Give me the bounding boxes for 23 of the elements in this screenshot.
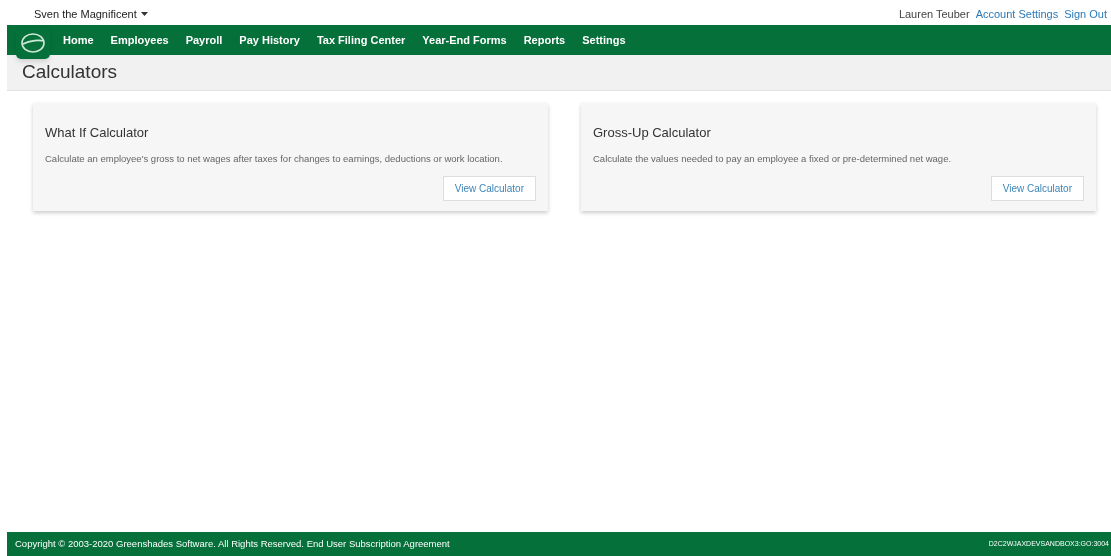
card-title: Gross-Up Calculator <box>593 124 712 142</box>
header-link[interactable]: Sign Out <box>1064 5 1107 22</box>
card-title: What If Calculator <box>45 124 150 142</box>
nav-item[interactable]: Year-End Forms <box>422 31 507 49</box>
view-calculator-button[interactable]: View Calculator <box>442 175 536 201</box>
nav-item[interactable]: Tax Filing Center <box>316 31 406 49</box>
nav-item[interactable]: Reports <box>523 31 566 49</box>
card-description: Calculate the values needed to pay an employee a fixed or pre-determined net wage. <box>593 151 953 166</box>
card-description: Calculate an employee's gross to net wages after taxes for changes to earnings, deductions or work location. <box>45 151 504 166</box>
company-menu[interactable]: Sven the Magnificent <box>34 5 148 22</box>
nav-item[interactable]: Settings <box>582 31 626 49</box>
nav-item[interactable]: Home <box>63 31 94 49</box>
nav-item[interactable]: Payroll <box>185 31 223 49</box>
nav-item[interactable]: Pay History <box>239 31 300 49</box>
copyright-text: Copyright © 2003-2020 Greenshades Software. All Rights Reserved. End User Subscription Agreement <box>15 536 450 551</box>
agreement-link[interactable]: End User Subscription Agreement <box>306 537 450 549</box>
header-link[interactable]: Account Settings <box>975 5 1059 22</box>
view-calculator-button[interactable]: View Calculator <box>990 175 1084 201</box>
logo-icon[interactable] <box>16 27 50 59</box>
user-name: Lauren Teuber <box>898 6 970 22</box>
nav-item[interactable]: Employees <box>110 31 169 49</box>
caret-icon <box>140 11 148 16</box>
page-title: Calculators <box>22 60 118 85</box>
